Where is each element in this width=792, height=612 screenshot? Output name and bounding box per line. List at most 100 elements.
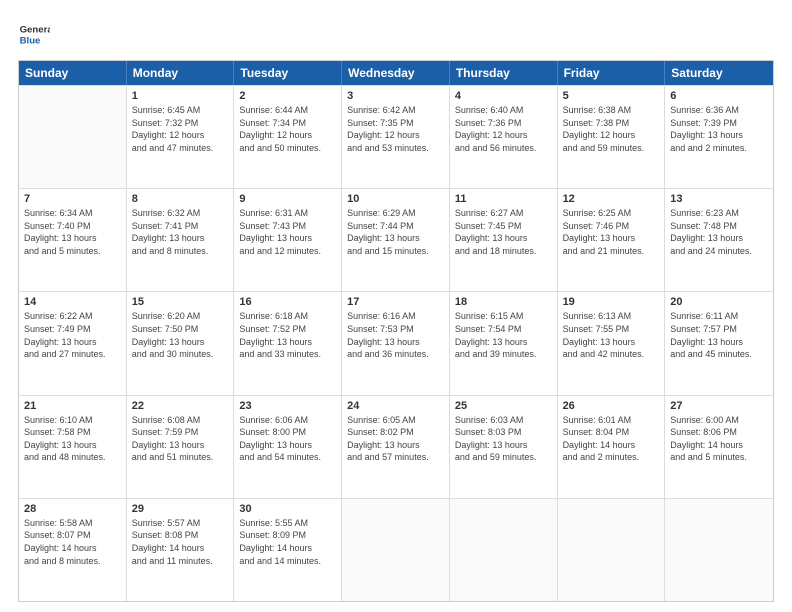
sunset-text: Sunset: 7:49 PM <box>24 323 121 336</box>
cal-cell: 1Sunrise: 6:45 AMSunset: 7:32 PMDaylight… <box>127 86 235 188</box>
day-header-tuesday: Tuesday <box>234 61 342 85</box>
day-number: 12 <box>563 193 660 205</box>
daylight-text-cont: and and 48 minutes. <box>24 451 121 464</box>
week-row-5: 28Sunrise: 5:58 AMSunset: 8:07 PMDayligh… <box>19 498 773 601</box>
sunrise-text: Sunrise: 6:22 AM <box>24 310 121 323</box>
cal-cell: 8Sunrise: 6:32 AMSunset: 7:41 PMDaylight… <box>127 189 235 291</box>
day-number: 9 <box>239 193 336 205</box>
daylight-text: Daylight: 13 hours <box>239 336 336 349</box>
daylight-text-cont: and and 14 minutes. <box>239 555 336 568</box>
week-row-3: 14Sunrise: 6:22 AMSunset: 7:49 PMDayligh… <box>19 291 773 394</box>
daylight-text: Daylight: 13 hours <box>24 439 121 452</box>
daylight-text: Daylight: 13 hours <box>347 439 444 452</box>
daylight-text: Daylight: 13 hours <box>455 336 552 349</box>
sunset-text: Sunset: 7:53 PM <box>347 323 444 336</box>
daylight-text-cont: and and 5 minutes. <box>24 245 121 258</box>
sunrise-text: Sunrise: 6:36 AM <box>670 104 768 117</box>
cal-cell <box>342 499 450 601</box>
sunset-text: Sunset: 7:38 PM <box>563 117 660 130</box>
calendar-body: 1Sunrise: 6:45 AMSunset: 7:32 PMDaylight… <box>19 85 773 601</box>
daylight-text-cont: and and 53 minutes. <box>347 142 444 155</box>
sunrise-text: Sunrise: 6:44 AM <box>239 104 336 117</box>
day-number: 5 <box>563 90 660 102</box>
sunrise-text: Sunrise: 6:25 AM <box>563 207 660 220</box>
daylight-text-cont: and and 54 minutes. <box>239 451 336 464</box>
day-number: 10 <box>347 193 444 205</box>
day-number: 8 <box>132 193 229 205</box>
day-number: 15 <box>132 296 229 308</box>
sunrise-text: Sunrise: 6:06 AM <box>239 414 336 427</box>
day-number: 13 <box>670 193 768 205</box>
daylight-text: Daylight: 13 hours <box>132 439 229 452</box>
daylight-text: Daylight: 13 hours <box>239 439 336 452</box>
cal-cell: 6Sunrise: 6:36 AMSunset: 7:39 PMDaylight… <box>665 86 773 188</box>
day-number: 11 <box>455 193 552 205</box>
sunset-text: Sunset: 7:48 PM <box>670 220 768 233</box>
cal-cell: 16Sunrise: 6:18 AMSunset: 7:52 PMDayligh… <box>234 292 342 394</box>
sunset-text: Sunset: 7:59 PM <box>132 426 229 439</box>
sunset-text: Sunset: 7:34 PM <box>239 117 336 130</box>
cal-cell <box>450 499 558 601</box>
day-number: 7 <box>24 193 121 205</box>
cal-cell: 28Sunrise: 5:58 AMSunset: 8:07 PMDayligh… <box>19 499 127 601</box>
sunrise-text: Sunrise: 6:00 AM <box>670 414 768 427</box>
daylight-text: Daylight: 14 hours <box>563 439 660 452</box>
daylight-text-cont: and and 33 minutes. <box>239 348 336 361</box>
daylight-text: Daylight: 13 hours <box>455 439 552 452</box>
daylight-text-cont: and and 2 minutes. <box>670 142 768 155</box>
day-header-monday: Monday <box>127 61 235 85</box>
daylight-text: Daylight: 13 hours <box>239 232 336 245</box>
daylight-text-cont: and and 45 minutes. <box>670 348 768 361</box>
daylight-text: Daylight: 13 hours <box>670 232 768 245</box>
daylight-text: Daylight: 13 hours <box>347 336 444 349</box>
daylight-text: Daylight: 14 hours <box>132 542 229 555</box>
day-number: 19 <box>563 296 660 308</box>
day-number: 22 <box>132 400 229 412</box>
cal-cell: 3Sunrise: 6:42 AMSunset: 7:35 PMDaylight… <box>342 86 450 188</box>
sunset-text: Sunset: 7:52 PM <box>239 323 336 336</box>
day-number: 27 <box>670 400 768 412</box>
sunrise-text: Sunrise: 6:08 AM <box>132 414 229 427</box>
sunrise-text: Sunrise: 6:15 AM <box>455 310 552 323</box>
daylight-text: Daylight: 13 hours <box>563 232 660 245</box>
cal-cell: 17Sunrise: 6:16 AMSunset: 7:53 PMDayligh… <box>342 292 450 394</box>
day-header-sunday: Sunday <box>19 61 127 85</box>
cal-cell: 12Sunrise: 6:25 AMSunset: 7:46 PMDayligh… <box>558 189 666 291</box>
daylight-text-cont: and and 57 minutes. <box>347 451 444 464</box>
daylight-text-cont: and and 36 minutes. <box>347 348 444 361</box>
sunset-text: Sunset: 8:06 PM <box>670 426 768 439</box>
cal-cell <box>665 499 773 601</box>
daylight-text: Daylight: 13 hours <box>24 232 121 245</box>
day-number: 23 <box>239 400 336 412</box>
day-number: 24 <box>347 400 444 412</box>
cal-cell: 25Sunrise: 6:03 AMSunset: 8:03 PMDayligh… <box>450 396 558 498</box>
daylight-text-cont: and and 39 minutes. <box>455 348 552 361</box>
cal-cell: 4Sunrise: 6:40 AMSunset: 7:36 PMDaylight… <box>450 86 558 188</box>
sunrise-text: Sunrise: 6:18 AM <box>239 310 336 323</box>
sunrise-text: Sunrise: 6:32 AM <box>132 207 229 220</box>
daylight-text-cont: and and 56 minutes. <box>455 142 552 155</box>
cal-cell: 24Sunrise: 6:05 AMSunset: 8:02 PMDayligh… <box>342 396 450 498</box>
day-number: 30 <box>239 503 336 515</box>
day-header-friday: Friday <box>558 61 666 85</box>
daylight-text: Daylight: 13 hours <box>132 336 229 349</box>
cal-cell: 19Sunrise: 6:13 AMSunset: 7:55 PMDayligh… <box>558 292 666 394</box>
day-number: 14 <box>24 296 121 308</box>
sunrise-text: Sunrise: 6:13 AM <box>563 310 660 323</box>
day-number: 2 <box>239 90 336 102</box>
sunset-text: Sunset: 8:08 PM <box>132 529 229 542</box>
logo: General Blue <box>18 18 50 50</box>
sunset-text: Sunset: 7:35 PM <box>347 117 444 130</box>
daylight-text: Daylight: 13 hours <box>24 336 121 349</box>
sunrise-text: Sunrise: 6:23 AM <box>670 207 768 220</box>
daylight-text-cont: and and 27 minutes. <box>24 348 121 361</box>
sunset-text: Sunset: 7:45 PM <box>455 220 552 233</box>
sunset-text: Sunset: 8:07 PM <box>24 529 121 542</box>
sunset-text: Sunset: 7:54 PM <box>455 323 552 336</box>
cal-cell: 14 Sunrise: 6:22 AMSunset: 7:49 PMDayligh… <box>19 292 127 394</box>
cal-cell: 11Sunrise: 6:27 AMSunset: 7:45 PMDayligh… <box>450 189 558 291</box>
cal-cell: 10Sunrise: 6:29 AMSunset: 7:44 PMDayligh… <box>342 189 450 291</box>
sunrise-text: Sunrise: 5:57 AM <box>132 517 229 530</box>
sunrise-text: Sunrise: 6:10 AM <box>24 414 121 427</box>
daylight-text: Daylight: 12 hours <box>132 129 229 142</box>
